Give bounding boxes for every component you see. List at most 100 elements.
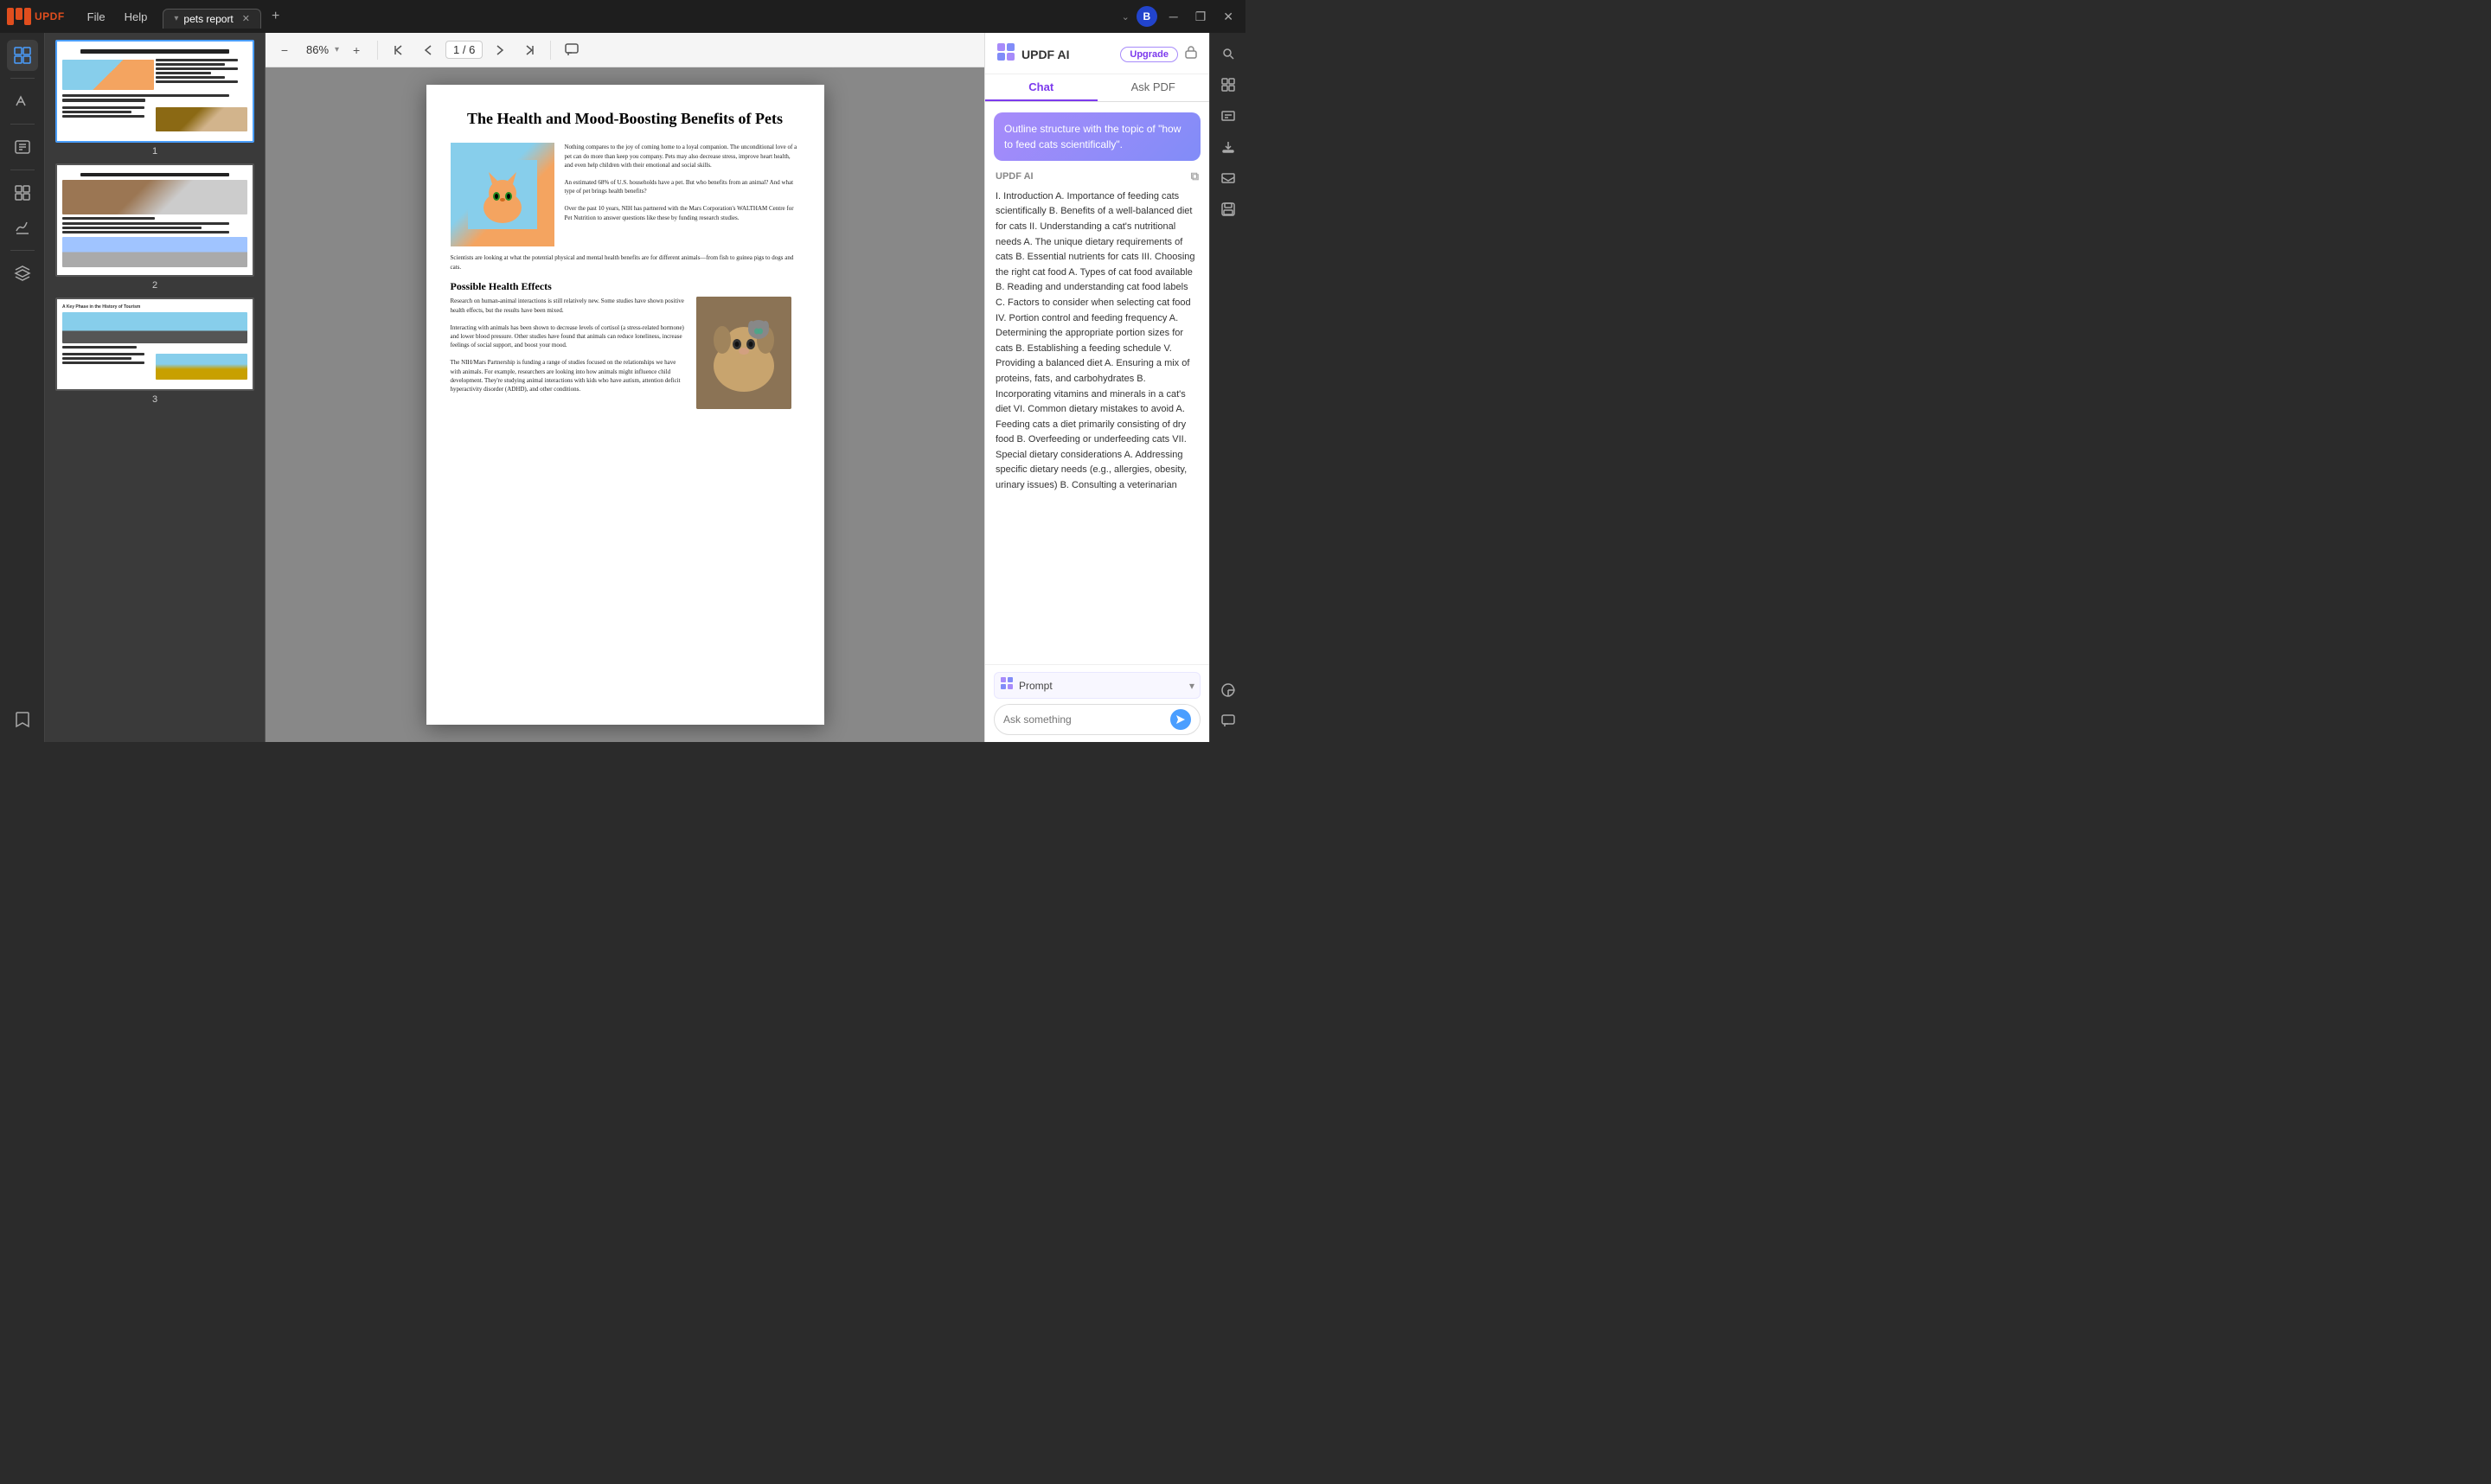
nav-last-button[interactable] (517, 38, 541, 62)
sign-icon[interactable] (7, 212, 38, 243)
window-controls: ⌄ B ─ ❐ ✕ (1122, 6, 1239, 27)
ocr-right-icon[interactable] (1214, 102, 1242, 130)
menu-file[interactable]: File (79, 8, 114, 26)
ai-prompt-text: Outline structure with the topic of "how… (1004, 123, 1181, 150)
nav-next-button[interactable] (488, 38, 512, 62)
current-page: 1 / 6 (453, 43, 475, 56)
ai-response-header: UPDF AI ⧉ (996, 168, 1199, 186)
tab-label: pets report (183, 13, 233, 25)
highlight-icon[interactable] (7, 86, 38, 117)
close-button[interactable]: ✕ (1218, 8, 1239, 26)
ai-response[interactable]: UPDF AI ⧉ I. Introduction A. Importance … (985, 168, 1209, 664)
pdf-intro-cols: Nothing compares to the joy of coming ho… (451, 143, 800, 246)
thumb-number-2: 2 (152, 280, 157, 291)
thumb-image-1 (55, 40, 254, 143)
comment-button[interactable] (560, 38, 584, 62)
minimize-button[interactable]: ─ (1164, 8, 1183, 25)
pdf-s1p3: The NIH/Mars Partnership is funding a ra… (451, 358, 686, 393)
ai-logo: UPDF AI (996, 42, 1069, 67)
menu-help[interactable]: Help (116, 8, 157, 26)
zoom-value: 86% (302, 43, 333, 56)
zoom-display: 86% ▾ (302, 43, 339, 56)
nav-prev-button[interactable] (416, 38, 440, 62)
title-bar: UPDF File Help ▾ pets report ✕ + ⌄ B ─ ❐… (0, 0, 1246, 33)
thumb-3-title: A Key Phase in the History of Tourism (62, 304, 247, 310)
prompt-grid-icon (1000, 676, 1014, 694)
thumbnail-3[interactable]: A Key Phase in the History of Tourism 3 (52, 297, 258, 405)
pdf-para1: Nothing compares to the joy of coming ho… (565, 143, 800, 169)
ai-panel-icons: Upgrade (1120, 44, 1199, 64)
active-tab[interactable]: ▾ pets report ✕ (163, 9, 261, 29)
prompt-select-label: Prompt (1019, 680, 1184, 692)
ai-response-text: I. Introduction A. Importance of feeding… (996, 189, 1199, 494)
logo-icon (7, 8, 31, 25)
sidebar-divider-2 (10, 124, 35, 125)
prompt-select[interactable]: Prompt ▾ (994, 672, 1201, 699)
dog-cat-image (696, 297, 800, 409)
grid-right-icon[interactable] (1214, 71, 1242, 99)
app-name: UPDF (35, 10, 65, 22)
thumbnail-1[interactable]: 1 (52, 40, 258, 157)
prompt-chevron-icon: ▾ (1189, 680, 1194, 692)
lock-icon (1183, 44, 1199, 64)
pdf-viewport[interactable]: The Health and Mood-Boosting Benefits of… (266, 67, 984, 742)
zoom-chevron-icon[interactable]: ▾ (335, 45, 339, 54)
add-tab-button[interactable]: + (266, 7, 285, 26)
thumbnail-panel-icon[interactable] (7, 40, 38, 71)
extract-right-icon[interactable] (1214, 133, 1242, 161)
thumb-image-3: A Key Phase in the History of Tourism (55, 297, 254, 391)
maximize-button[interactable]: ❐ (1190, 8, 1212, 26)
copy-icon[interactable]: ⧉ (1191, 168, 1199, 186)
ai-logo-text: UPDF AI (1021, 48, 1069, 61)
pdf-para2: An estimated 68% of U.S. households have… (565, 178, 800, 195)
pdf-s1p1: Research on human-animal interactions is… (451, 297, 686, 314)
cat-image-placeholder (451, 143, 554, 246)
ai-response-label-text: UPDF AI (996, 170, 1034, 185)
pdf-para3: Over the past 10 years, NIH has partnere… (565, 204, 800, 221)
save-right-icon[interactable] (1214, 195, 1242, 223)
toolbar: − 86% ▾ + 1 / 6 (266, 33, 984, 67)
comment-right-icon[interactable] (1214, 707, 1242, 735)
ai-tab-ask-pdf[interactable]: Ask PDF (1098, 74, 1210, 101)
page-display: 1 / 6 (445, 41, 483, 59)
nav-first-button[interactable] (387, 38, 411, 62)
organize-icon[interactable] (7, 177, 38, 208)
zoom-out-button[interactable]: − (272, 38, 297, 62)
app-logo: UPDF (7, 8, 65, 25)
share-right-icon[interactable] (1214, 164, 1242, 192)
layers-icon[interactable] (7, 258, 38, 289)
content-area: − 86% ▾ + 1 / 6 (266, 33, 984, 742)
sidebar-divider-1 (10, 78, 35, 79)
ai-tabs: Chat Ask PDF (985, 74, 1209, 102)
ai-logo-icon (996, 42, 1016, 67)
edit-icon[interactable] (7, 131, 38, 163)
sticker-right-icon[interactable] (1214, 676, 1242, 704)
zoom-in-button[interactable]: + (344, 38, 368, 62)
pdf-intro-text: Nothing compares to the joy of coming ho… (565, 143, 800, 246)
pdf-section1-cols: Research on human-animal interactions is… (451, 297, 800, 409)
ai-panel: UPDF AI Upgrade Chat Ask PDF Outline str… (984, 33, 1209, 742)
search-right-icon[interactable] (1214, 40, 1242, 67)
ai-input-field[interactable] (1003, 713, 1165, 726)
thumbnail-panel[interactable]: 1 2 A Key Phase in the History of Touris… (45, 33, 266, 742)
pdf-s1p2: Interacting with animals has been shown … (451, 323, 686, 349)
ai-send-button[interactable] (1170, 709, 1191, 730)
ai-bottom: Prompt ▾ (985, 664, 1209, 742)
thumbnail-2[interactable]: 2 (52, 163, 258, 291)
upgrade-button[interactable]: Upgrade (1120, 47, 1178, 62)
tab-chevron-icon: ▾ (174, 14, 178, 23)
cat-image (451, 143, 554, 246)
pdf-title: The Health and Mood-Boosting Benefits of… (451, 109, 800, 129)
toolbar-separator-2 (550, 41, 551, 60)
thumb-image-2 (55, 163, 254, 277)
menu-bar: File Help (79, 8, 157, 26)
bookmark-icon[interactable] (7, 704, 38, 735)
user-avatar[interactable]: B (1137, 6, 1157, 27)
ai-panel-header: UPDF AI Upgrade (985, 33, 1209, 74)
tab-close-icon[interactable]: ✕ (242, 13, 250, 24)
right-sidebar (1209, 33, 1246, 742)
pdf-page: The Health and Mood-Boosting Benefits of… (426, 85, 824, 725)
main-layout: 1 2 A Key Phase in the History of Touris… (0, 33, 1246, 742)
chevron-down-icon[interactable]: ⌄ (1122, 11, 1130, 22)
ai-tab-chat[interactable]: Chat (985, 74, 1098, 101)
